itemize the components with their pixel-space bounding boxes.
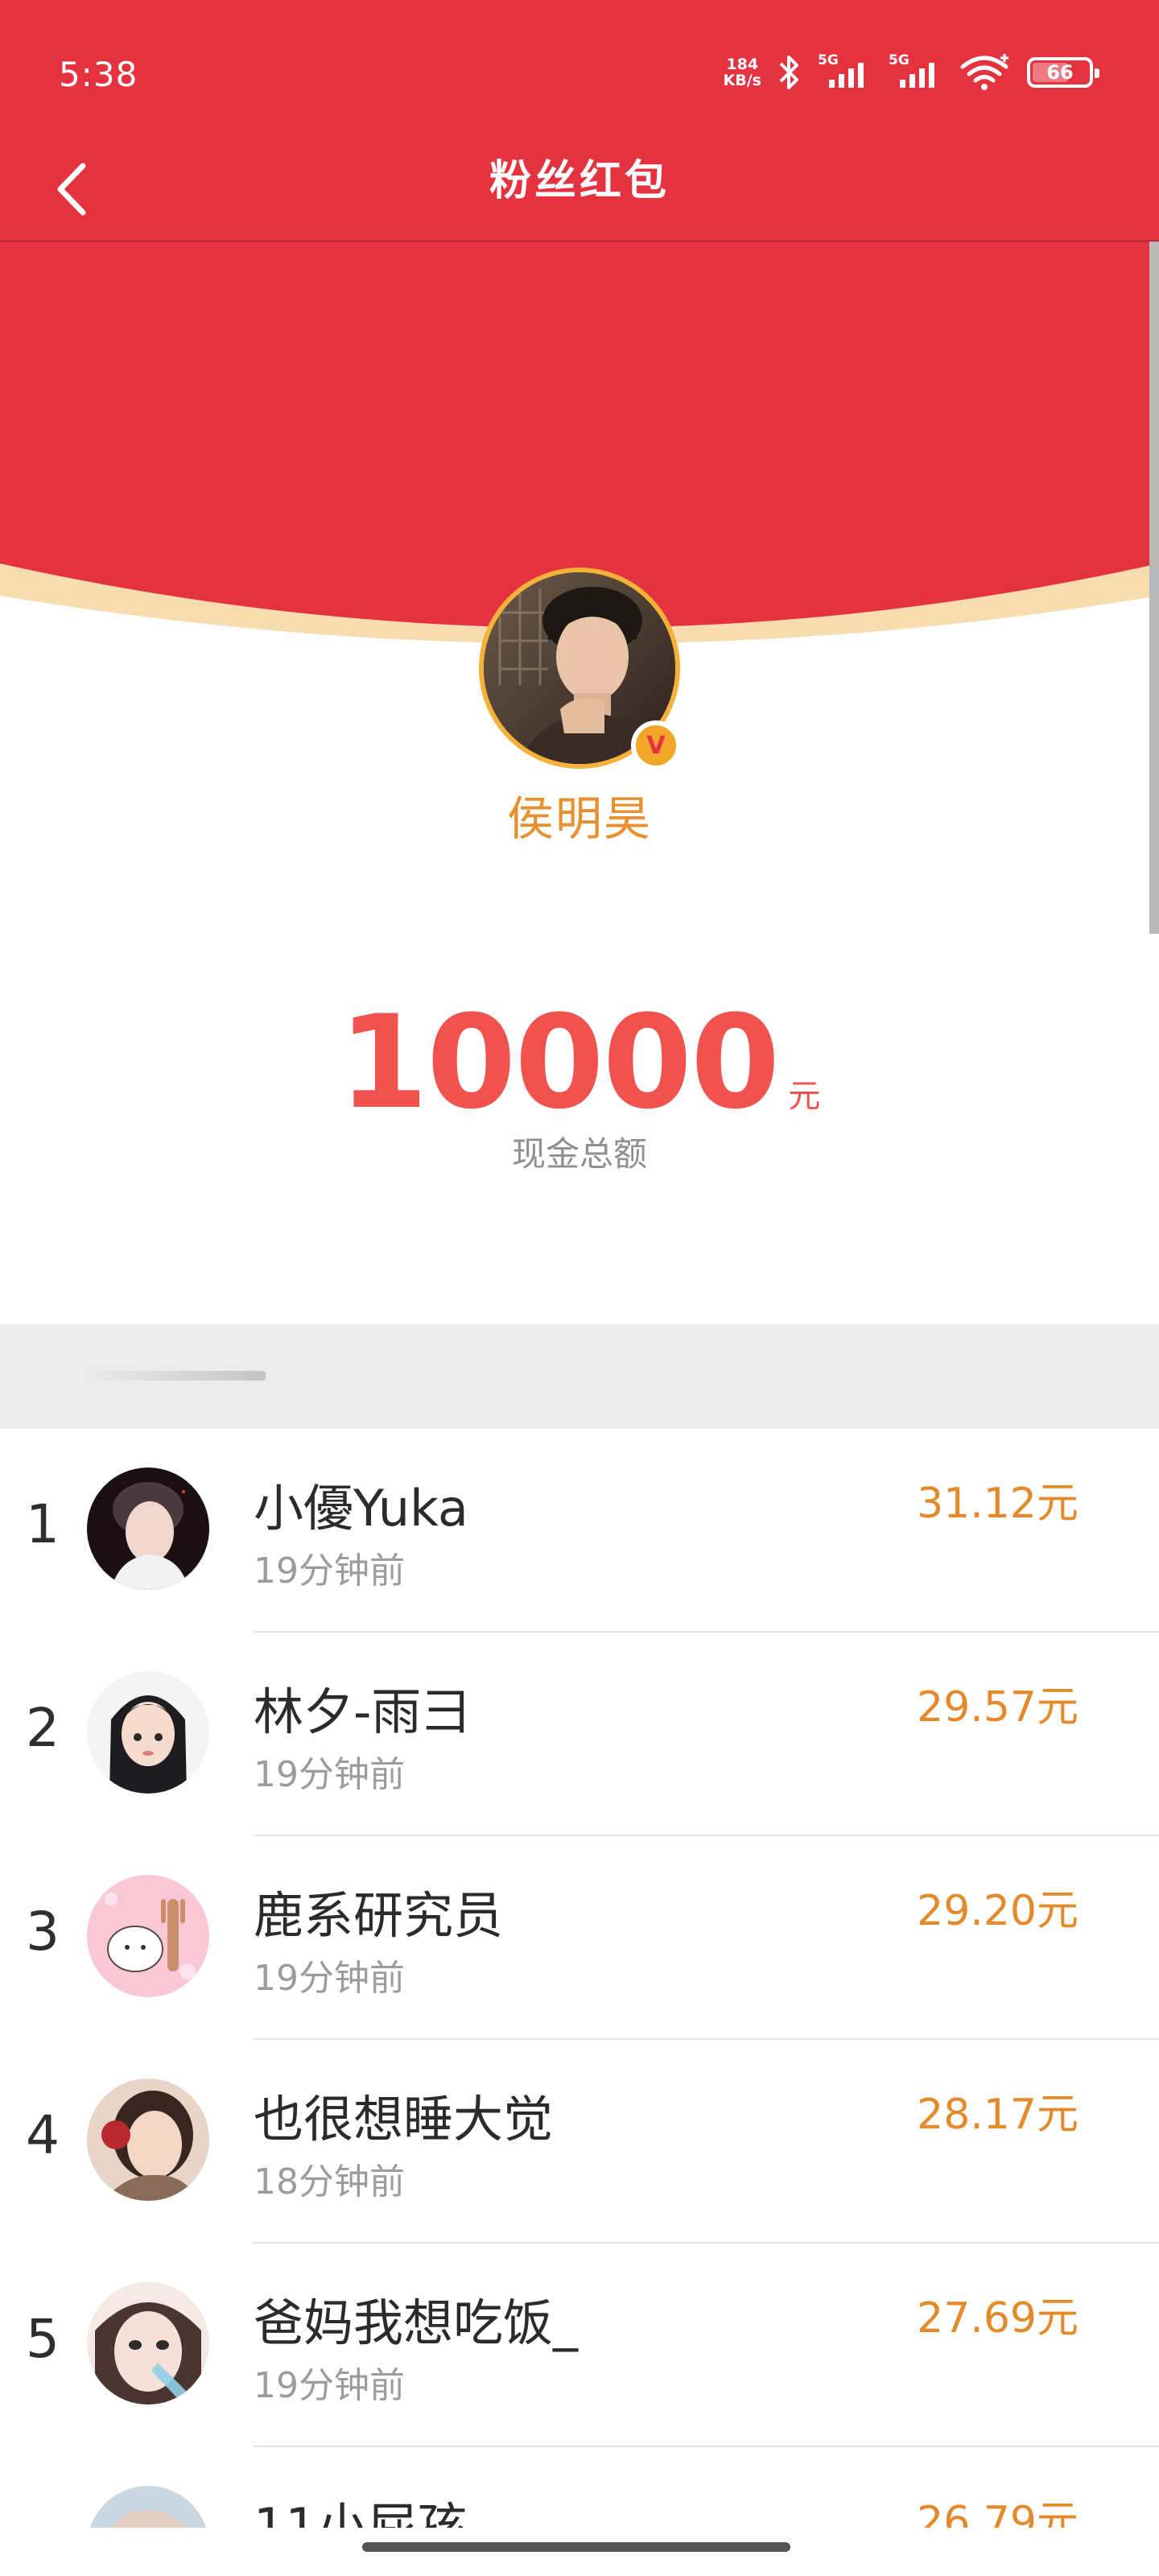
received-time: 18分钟前 (254, 2161, 405, 2202)
battery-level: 66 (1046, 61, 1074, 84)
network-speed: 184 KB/s (724, 56, 761, 89)
received-amount: 29.20元 (917, 1887, 1079, 1935)
recipient-name: 林夕-雨彐 (254, 1682, 472, 1741)
navigation-bar: 粉丝红包 (0, 141, 1159, 242)
section-header-placeholder (80, 1371, 266, 1381)
rank-number: 4 (26, 2104, 60, 2166)
network-speed-value: 184 (726, 56, 759, 73)
recipient-name: 也很想睡大觉 (254, 2090, 554, 2149)
list-item[interactable]: 1 小優Yuka 19分钟前 31.12元 (0, 1429, 1159, 1633)
list-item[interactable]: 4 也很想睡大觉 18分钟前 28.17元 (0, 2040, 1159, 2244)
recipient-list: 1 小優Yuka 19分钟前 31.12元 2 林夕-雨彐 19分钟前 29.5… (0, 1429, 1159, 2576)
total-amount: 10000 元 (0, 998, 1159, 1127)
avatar[interactable] (87, 2079, 209, 2201)
page-title: 粉丝红包 (489, 157, 670, 205)
received-amount: 29.57元 (917, 1683, 1079, 1732)
total-amount-value: 10000 (338, 987, 781, 1137)
list-item[interactable]: 5 爸妈我想吃饭_ 19分钟前 27.69元 (0, 2244, 1159, 2447)
signal-bars-icon (829, 63, 864, 88)
avatar-image (87, 1875, 209, 1997)
avatar-image (87, 2282, 209, 2405)
verified-badge-icon: V (631, 720, 681, 770)
received-amount: 28.17元 (917, 2091, 1079, 2139)
bluetooth-icon (779, 56, 798, 89)
total-amount-unit: 元 (788, 1078, 821, 1115)
page: 5:38 184 KB/s 5G 5G 66 粉丝红包 V 侯明昊 10000 … (0, 0, 1159, 2576)
rank-number: 1 (26, 1493, 60, 1555)
rank-number: 3 (26, 1901, 60, 1963)
signal-5g-1: 5G (818, 52, 874, 93)
signal-bars-icon (900, 63, 934, 88)
battery-icon: 66 (1027, 57, 1099, 88)
home-indicator[interactable] (362, 2542, 790, 2552)
received-time: 19分钟前 (254, 1958, 405, 1999)
received-time: 19分钟前 (254, 1550, 405, 1591)
wifi-icon (960, 54, 1008, 90)
list-item[interactable]: 2 林夕-雨彐 19分钟前 29.57元 (0, 1633, 1159, 1836)
status-time: 5:38 (59, 55, 138, 94)
avatar[interactable] (87, 1468, 209, 1590)
avatar[interactable] (87, 1875, 209, 1997)
received-amount: 27.69元 (917, 2294, 1079, 2343)
avatar[interactable] (87, 2282, 209, 2405)
status-bar: 5:38 184 KB/s 5G 5G 66 (0, 0, 1159, 153)
received-time: 19分钟前 (254, 1754, 405, 1795)
status-icons: 184 KB/s 5G 5G 66 (724, 48, 1099, 97)
recipient-name: 小優Yuka (254, 1479, 468, 1538)
avatar-image (87, 1671, 209, 1794)
rank-number: 5 (26, 2308, 60, 2370)
avatar-image (87, 2079, 209, 2201)
host-name[interactable]: 侯明昊 (0, 781, 1159, 848)
recipient-name: 鹿系研究员 (254, 1886, 504, 1945)
received-time: 19分钟前 (254, 2365, 405, 2406)
network-speed-unit: KB/s (723, 72, 761, 89)
signal-5g-2: 5G (889, 52, 945, 93)
avatar-image (87, 1468, 209, 1590)
recipient-name: 爸妈我想吃饭_ (254, 2293, 579, 2352)
received-amount: 31.12元 (917, 1480, 1079, 1528)
rank-number: 2 (26, 1697, 60, 1759)
total-amount-label: 现金总额 (511, 1134, 647, 1174)
list-item[interactable]: 3 鹿系研究员 19分钟前 29.20元 (0, 1836, 1159, 2040)
bottom-safe-area (0, 2528, 1159, 2576)
avatar[interactable] (87, 1671, 209, 1794)
